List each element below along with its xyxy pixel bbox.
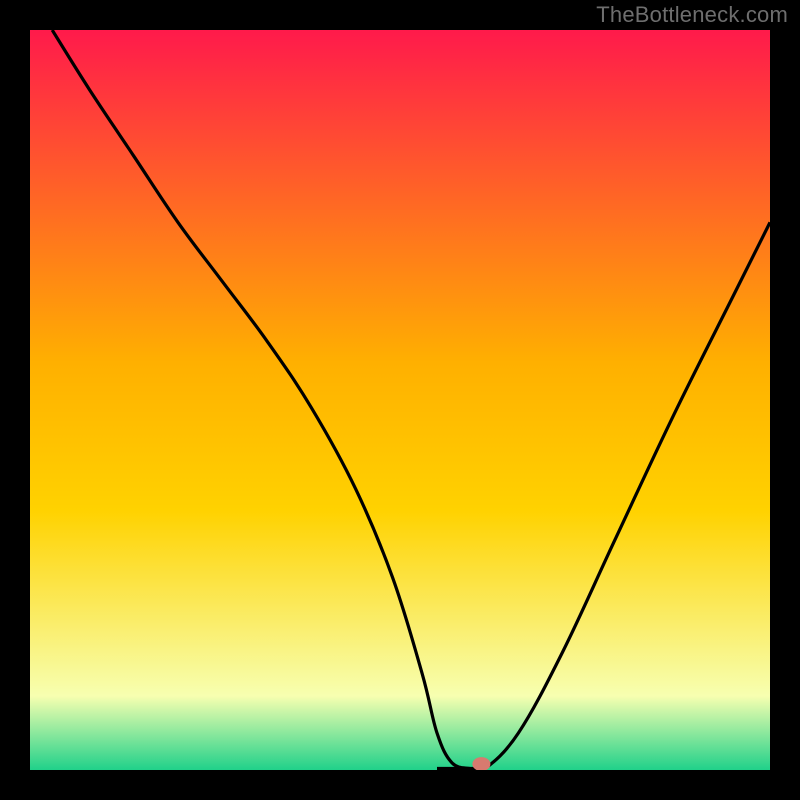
attribution-label: TheBottleneck.com (596, 2, 788, 28)
chart-frame: TheBottleneck.com (0, 0, 800, 800)
bottleneck-chart (30, 30, 770, 770)
gradient-background (30, 30, 770, 770)
plot-area (30, 30, 770, 770)
